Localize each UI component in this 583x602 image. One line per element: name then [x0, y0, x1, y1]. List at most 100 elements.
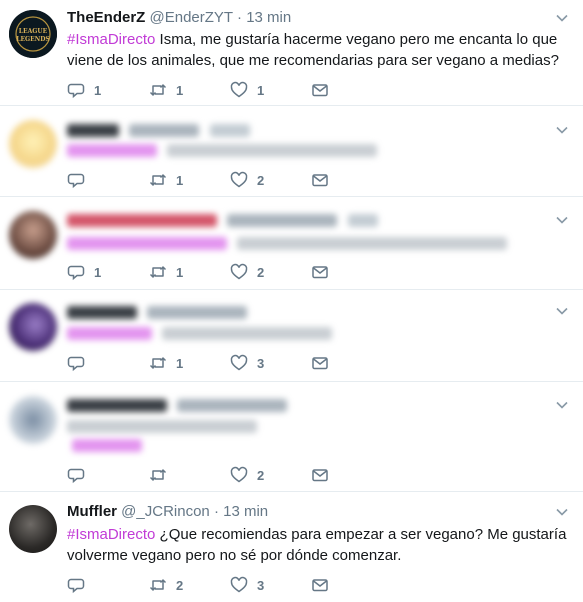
heart-icon: [230, 466, 248, 483]
chevron-down-icon[interactable]: [555, 11, 569, 25]
retweet-button[interactable]: 1: [149, 262, 183, 282]
tweet-actions: 1 1 2: [67, 262, 337, 282]
tweet[interactable]: 1 1 2: [0, 197, 583, 290]
direct-message-button[interactable]: [311, 170, 329, 190]
reply-icon: [67, 578, 85, 594]
avatar[interactable]: [9, 120, 57, 168]
chevron-down-icon[interactable]: [555, 123, 569, 137]
league-of-legends-logo: LEAGUE LEGENDS: [9, 10, 57, 58]
display-name[interactable]: TheEnderZ: [67, 9, 145, 26]
direct-message-button[interactable]: [311, 353, 329, 373]
blurred-text: [72, 437, 142, 455]
svg-text:LEGENDS: LEGENDS: [16, 36, 50, 43]
reply-count: 1: [94, 264, 102, 280]
user-handle[interactable]: @EnderZYT: [150, 9, 233, 26]
tweet-header: TheEnderZ @EnderZYT · 13 min: [67, 9, 291, 26]
heart-icon: [230, 263, 248, 280]
retweet-count: 2: [176, 577, 184, 593]
like-count: 3: [257, 577, 265, 593]
envelope-icon: [312, 357, 328, 370]
user-handle[interactable]: @_JCRincon: [121, 503, 210, 520]
avatar[interactable]: [9, 505, 57, 553]
like-button[interactable]: 2: [230, 170, 264, 190]
reply-icon: [67, 173, 85, 189]
heart-icon: [230, 576, 248, 593]
retweet-icon: [149, 266, 167, 278]
avatar[interactable]: [9, 211, 57, 259]
like-button[interactable]: 2: [230, 262, 264, 282]
display-name[interactable]: Muffler: [67, 503, 117, 520]
avatar[interactable]: [9, 396, 57, 444]
reply-button[interactable]: 1: [67, 262, 101, 282]
retweet-button[interactable]: 1: [149, 170, 183, 190]
envelope-icon: [312, 579, 328, 592]
like-button[interactable]: 3: [230, 575, 264, 595]
like-button[interactable]: 1: [230, 80, 264, 100]
retweet-count: 1: [176, 172, 184, 188]
svg-text:LEAGUE: LEAGUE: [19, 28, 48, 35]
tweet-text: #IsmaDirecto ¿Que recomiendas para empez…: [67, 524, 567, 566]
tweet-header: Muffler @_JCRincon · 13 min: [67, 503, 268, 520]
envelope-icon: [312, 174, 328, 187]
blurred-text: [67, 325, 333, 343]
direct-message-button[interactable]: [311, 575, 329, 595]
direct-message-button[interactable]: [311, 262, 329, 282]
reply-button[interactable]: [67, 353, 94, 373]
reply-button[interactable]: 1: [67, 80, 101, 100]
like-button[interactable]: 2: [230, 465, 264, 485]
reply-icon: [67, 83, 85, 99]
chevron-down-icon[interactable]: [555, 398, 569, 412]
reply-button[interactable]: [67, 575, 94, 595]
tweet-actions: 2: [67, 465, 337, 485]
tweet-text: #IsmaDirecto Isma, me gustaría hacerme v…: [67, 29, 567, 71]
timestamp[interactable]: 13 min: [223, 503, 268, 520]
envelope-icon: [312, 84, 328, 97]
retweet-button[interactable]: [149, 465, 176, 485]
retweet-button[interactable]: 1: [149, 80, 183, 100]
retweet-count: 1: [176, 264, 184, 280]
like-button[interactable]: 3: [230, 353, 264, 373]
like-count: 2: [257, 467, 265, 483]
blurred-text: [67, 235, 508, 253]
tweet[interactable]: 2: [0, 382, 583, 492]
avatar[interactable]: LEAGUE LEGENDS: [9, 10, 57, 58]
blurred-text: [67, 142, 378, 160]
retweet-count: 1: [176, 355, 184, 371]
direct-message-button[interactable]: [311, 80, 329, 100]
avatar[interactable]: [9, 303, 57, 351]
tweet[interactable]: LEAGUE LEGENDS TheEnderZ @EnderZYT · 13 …: [0, 0, 583, 106]
separator-dot: ·: [213, 503, 219, 520]
chevron-down-icon[interactable]: [555, 213, 569, 227]
chevron-down-icon[interactable]: [555, 505, 569, 519]
reply-count: 1: [94, 82, 102, 98]
envelope-icon: [312, 266, 328, 279]
reply-button[interactable]: [67, 170, 94, 190]
hashtag-link[interactable]: #IsmaDirecto: [67, 526, 155, 543]
tweet[interactable]: Muffler @_JCRincon · 13 min #IsmaDirecto…: [0, 492, 583, 602]
retweet-button[interactable]: 1: [149, 353, 183, 373]
hashtag-link[interactable]: #IsmaDirecto: [67, 31, 155, 48]
chevron-down-icon[interactable]: [555, 304, 569, 318]
reply-icon: [67, 468, 85, 484]
tweet[interactable]: 1 3: [0, 290, 583, 382]
reply-button[interactable]: [67, 465, 94, 485]
tweet-actions: 1 3: [67, 353, 337, 373]
heart-icon: [230, 354, 248, 371]
heart-icon: [230, 81, 248, 98]
heart-icon: [230, 171, 248, 188]
timestamp[interactable]: 13 min: [246, 9, 291, 26]
blurred-header: [67, 304, 248, 322]
tweet-actions: 1 1 1: [67, 80, 337, 100]
retweet-button[interactable]: 2: [149, 575, 183, 595]
retweet-icon: [149, 579, 167, 591]
direct-message-button[interactable]: [311, 465, 329, 485]
tweet[interactable]: 1 2: [0, 106, 583, 197]
retweet-icon: [149, 84, 167, 96]
blurred-header: [67, 397, 288, 415]
retweet-count: 1: [176, 82, 184, 98]
reply-icon: [67, 356, 85, 372]
retweet-icon: [149, 357, 167, 369]
blurred-text: [67, 418, 257, 436]
reply-icon: [67, 265, 85, 281]
blurred-header: [67, 122, 250, 140]
